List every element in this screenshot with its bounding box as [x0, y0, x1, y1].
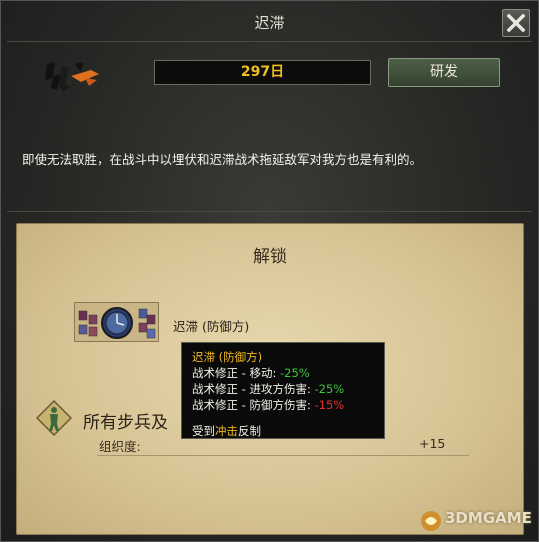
modifier-value: -25% [314, 382, 345, 396]
watermark-logo-icon [421, 511, 441, 531]
tooltip-line: 战术修正 - 移动: -25% [192, 365, 374, 381]
window-title: 迟滞 [254, 14, 285, 32]
tooltip-title: 迟滞 (防御方) [192, 350, 263, 364]
tactic-description: 即使无法取胜，在战斗中以埋伏和迟滞战术拖延敌军对我方也是有利的。 [22, 152, 423, 167]
infantry-unlock-text: 所有步兵及 [83, 413, 168, 433]
modifier-label: 战术修正 - 防御方伤害: [192, 398, 315, 412]
infantry-icon [36, 400, 72, 436]
tactic-unlock-label[interactable]: 迟滞 (防御方) [173, 316, 249, 335]
organization-label: 组织度: [99, 439, 141, 454]
tactic-tooltip: 迟滞 (防御方) 战术修正 - 移动: -25% 战术修正 - 进攻方伤害: -… [181, 342, 385, 439]
tooltip-counter: 受到冲击反制 [192, 423, 374, 439]
organization-value: +15 [419, 436, 446, 451]
days-value: 297 [240, 64, 271, 80]
research-button[interactable]: 研发 [388, 58, 500, 87]
counter-prefix: 受到 [192, 424, 215, 438]
divider [7, 211, 532, 212]
divider [97, 455, 469, 456]
unlock-heading: 解锁 [253, 247, 287, 267]
tactic-logo-icon [45, 62, 99, 92]
close-icon [506, 13, 526, 33]
close-button[interactable] [502, 9, 530, 37]
modifier-label: 战术修正 - 移动: [192, 366, 280, 380]
modifier-label: 战术修正 - 进攻方伤害: [192, 382, 315, 396]
days-display: 297日 [154, 60, 371, 85]
counter-highlight: 冲击 [215, 424, 238, 438]
modifier-value: -15% [314, 398, 345, 412]
modifier-value: -25% [280, 366, 310, 380]
days-unit: 日 [270, 64, 285, 80]
counter-suffix: 反制 [238, 424, 261, 438]
divider [7, 41, 532, 42]
tooltip-line: 战术修正 - 防御方伤害: -15% [192, 397, 374, 413]
tactic-window: 迟滞 297日 研发 即使无法取胜，在战斗中以埋伏和迟滞战术拖延敌军对我方也是有… [0, 0, 539, 542]
watermark-text: 3DMGAME [445, 509, 532, 527]
title-bar: 迟滞 [1, 1, 538, 41]
tactic-icon[interactable] [74, 302, 159, 342]
tooltip-line: 战术修正 - 进攻方伤害: -25% [192, 381, 374, 397]
stopwatch-icon [78, 307, 156, 339]
